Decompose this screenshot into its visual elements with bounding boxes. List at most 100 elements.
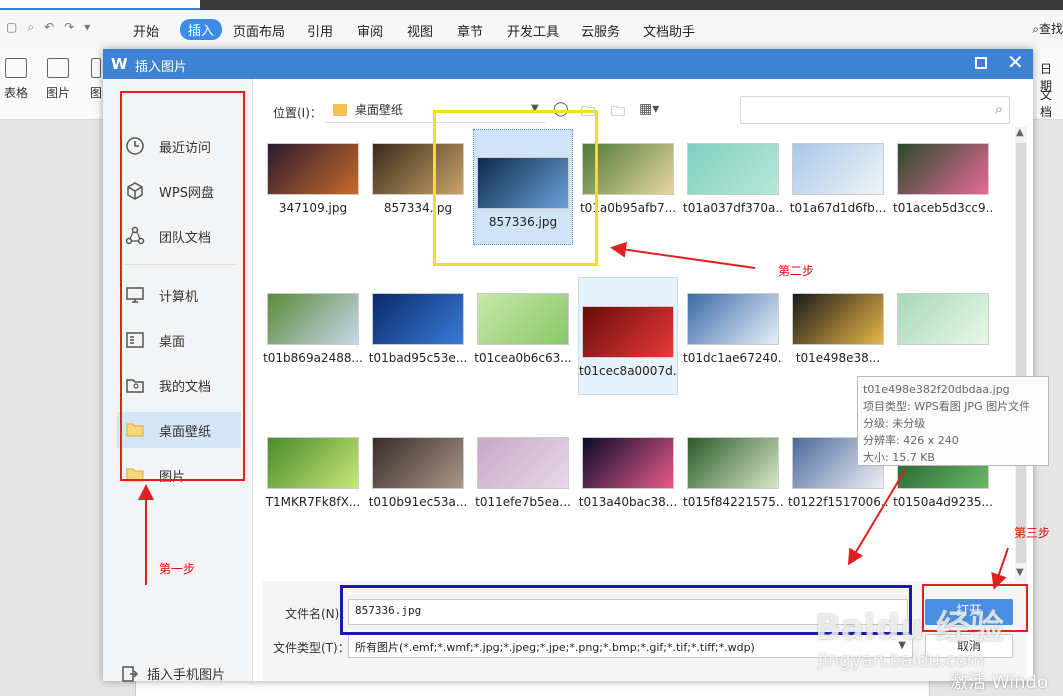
menu-tab[interactable]: 引用 [307,21,333,40]
file-thumbnail[interactable]: t011efe7b5ea... [473,427,573,509]
ribbon-picture-button[interactable]: 图片 [46,58,70,101]
thumbnail-image [477,437,569,489]
scroll-up-icon[interactable]: ▲ [1016,127,1024,138]
menu-tab[interactable]: 文档助手 [643,21,695,40]
file-thumbnail[interactable]: t01b869a2488... [263,283,363,365]
thumbnail-image [792,293,884,345]
search-icon: ⌕ [1032,22,1039,36]
tooltip-grade: 分级: 未分级 [863,417,926,430]
menu-tab[interactable]: 页面布局 [233,21,285,40]
ribbon-doc-button[interactable]: 文档 [1040,86,1063,120]
maximize-icon[interactable] [975,57,987,69]
quick-access-toolbar: ▢ ⌕ ↶ ↷ ▾ [6,20,90,35]
thumbnail-image [267,437,359,489]
file-name: t01dc1ae67240... [683,351,783,365]
close-icon[interactable]: ✕ [1007,52,1024,72]
thumbnail-image [372,437,464,489]
menu-tab[interactable]: 开始 [133,21,159,40]
thumbnail-image [582,437,674,489]
file-thumbnail[interactable]: t013a40bac38... [578,427,678,509]
file-name: t013a40bac38... [578,495,678,509]
ribbon-shape-button[interactable]: 图 [90,58,102,101]
tooltip-filename: t01e498e382f20dbdaa.jpg [863,383,1010,396]
thumbnail-image [582,306,674,358]
file-name: t01cea0b6c63... [474,351,572,365]
redo-icon[interactable]: ↷ [64,20,74,35]
thumbnail-image [792,143,884,195]
wps-logo-icon: W [111,55,128,73]
file-name: t01a67d1d6fb... [789,201,887,215]
file-thumbnail[interactable]: t01aceb5d3cc9... [893,133,993,215]
document-tab[interactable] [0,0,200,10]
tooltip-size: 大小: 15.7 KB [863,451,935,464]
print-preview-icon[interactable]: ⌕ [27,20,34,35]
undo-icon[interactable]: ↶ [44,20,54,35]
file-name: t01bad95c53e... [368,351,468,365]
file-name: t01b869a2488... [263,351,363,365]
insert-phone-picture-button[interactable]: 插入手机图片 [121,664,225,683]
file-name: t0122f1517006... [788,495,888,509]
shape-icon [91,58,101,78]
ribbon-table-button[interactable]: 表格 [4,58,28,101]
menu-tab[interactable]: 云服务 [581,21,620,40]
thumbnail-image [897,293,989,345]
menu-tab[interactable]: 视图 [407,21,433,40]
file-info-tooltip: t01e498e382f20dbdaa.jpg 项目类型: WPS看图 JPG … [857,376,1049,466]
thumbnail-image [477,293,569,345]
menu-tab[interactable]: 章节 [457,21,483,40]
file-name: t010b91ec53a... [368,495,468,509]
menu-tab[interactable]: 开发工具 [507,21,559,40]
title-bar-dark [200,0,1063,10]
view-mode-icon[interactable]: ▦▾ [639,101,659,119]
customize-icon[interactable]: ▾ [84,20,90,35]
file-thumbnail[interactable]: t010b91ec53a... [368,427,468,509]
folder-icon [333,103,347,116]
tooltip-resolution: 分辨率: 426 x 240 [863,434,959,447]
file-thumbnail[interactable]: t01a67d1d6fb... [788,133,888,215]
phone-import-icon [122,665,139,682]
tooltip-type: 项目类型: WPS看图 JPG 图片文件 [863,400,1031,413]
new-folder-icon[interactable]: 🗀 [611,101,629,120]
file-name: t01aceb5d3cc9... [893,201,993,215]
activate-windows-text: 激活 Windo [950,672,1048,693]
annotation-step1: 第一步 [159,562,196,576]
thumbnail-image [687,437,779,489]
search-input[interactable]: ⌕ [740,96,1010,124]
file-grid: 347109.jpg 857334.jpg 857336.jpg t01a0b95af… [263,129,1015,581]
file-thumbnail[interactable]: t015f84221575... [683,427,783,509]
app-title-strip [0,0,1063,10]
annotation-step3: 第三步 [1014,526,1051,540]
filetype-label: 文件类型(T)： [273,641,350,655]
thumbnail-image [897,143,989,195]
file-thumbnail[interactable]: t01cea0b6c63... [473,283,573,365]
thumbnail-image [372,293,464,345]
scroll-down-icon[interactable]: ▼ [1016,567,1024,578]
file-name: t011efe7b5ea... [475,495,571,509]
picture-icon [47,58,69,78]
location-label: 位置(I)： [273,106,322,120]
file-name: t0150a4d9235... [893,495,993,509]
vertical-scrollbar[interactable]: ▲ ▼ [1015,127,1027,583]
file-thumbnail[interactable]: t01cec8a0007d... [578,277,678,395]
menu-tab[interactable]: 插入 [180,19,223,40]
file-name: t01a037df370a... [683,201,783,215]
file-thumbnail[interactable]: 347109.jpg [263,133,363,215]
file-thumbnail[interactable]: t01a037df370a... [683,133,783,215]
file-thumbnail[interactable]: t01dc1ae67240... [683,283,783,365]
file-thumbnail[interactable]: t01e498e38... [788,283,888,365]
thumbnail-image [267,293,359,345]
save-icon[interactable]: ▢ [6,20,17,35]
file-thumbnail[interactable] [893,283,993,363]
menu-tab[interactable]: 审阅 [357,21,383,40]
file-thumbnail[interactable]: t01bad95c53e... [368,283,468,365]
dialog-title: 插入图片 [135,60,188,75]
table-icon [5,58,27,78]
file-name: t01e498e38... [795,351,881,365]
dialog-title-bar: W 插入图片 ✕ [103,49,1033,79]
file-name: T1MKR7Fk8fX... [265,495,361,509]
app-search[interactable]: ⌕查找 [1032,20,1063,37]
file-thumbnail[interactable]: T1MKR7Fk8fX... [263,427,363,509]
annotation-box-step1 [120,91,245,481]
file-name: 347109.jpg [278,201,348,215]
scrollbar-thumb[interactable] [1016,143,1026,563]
